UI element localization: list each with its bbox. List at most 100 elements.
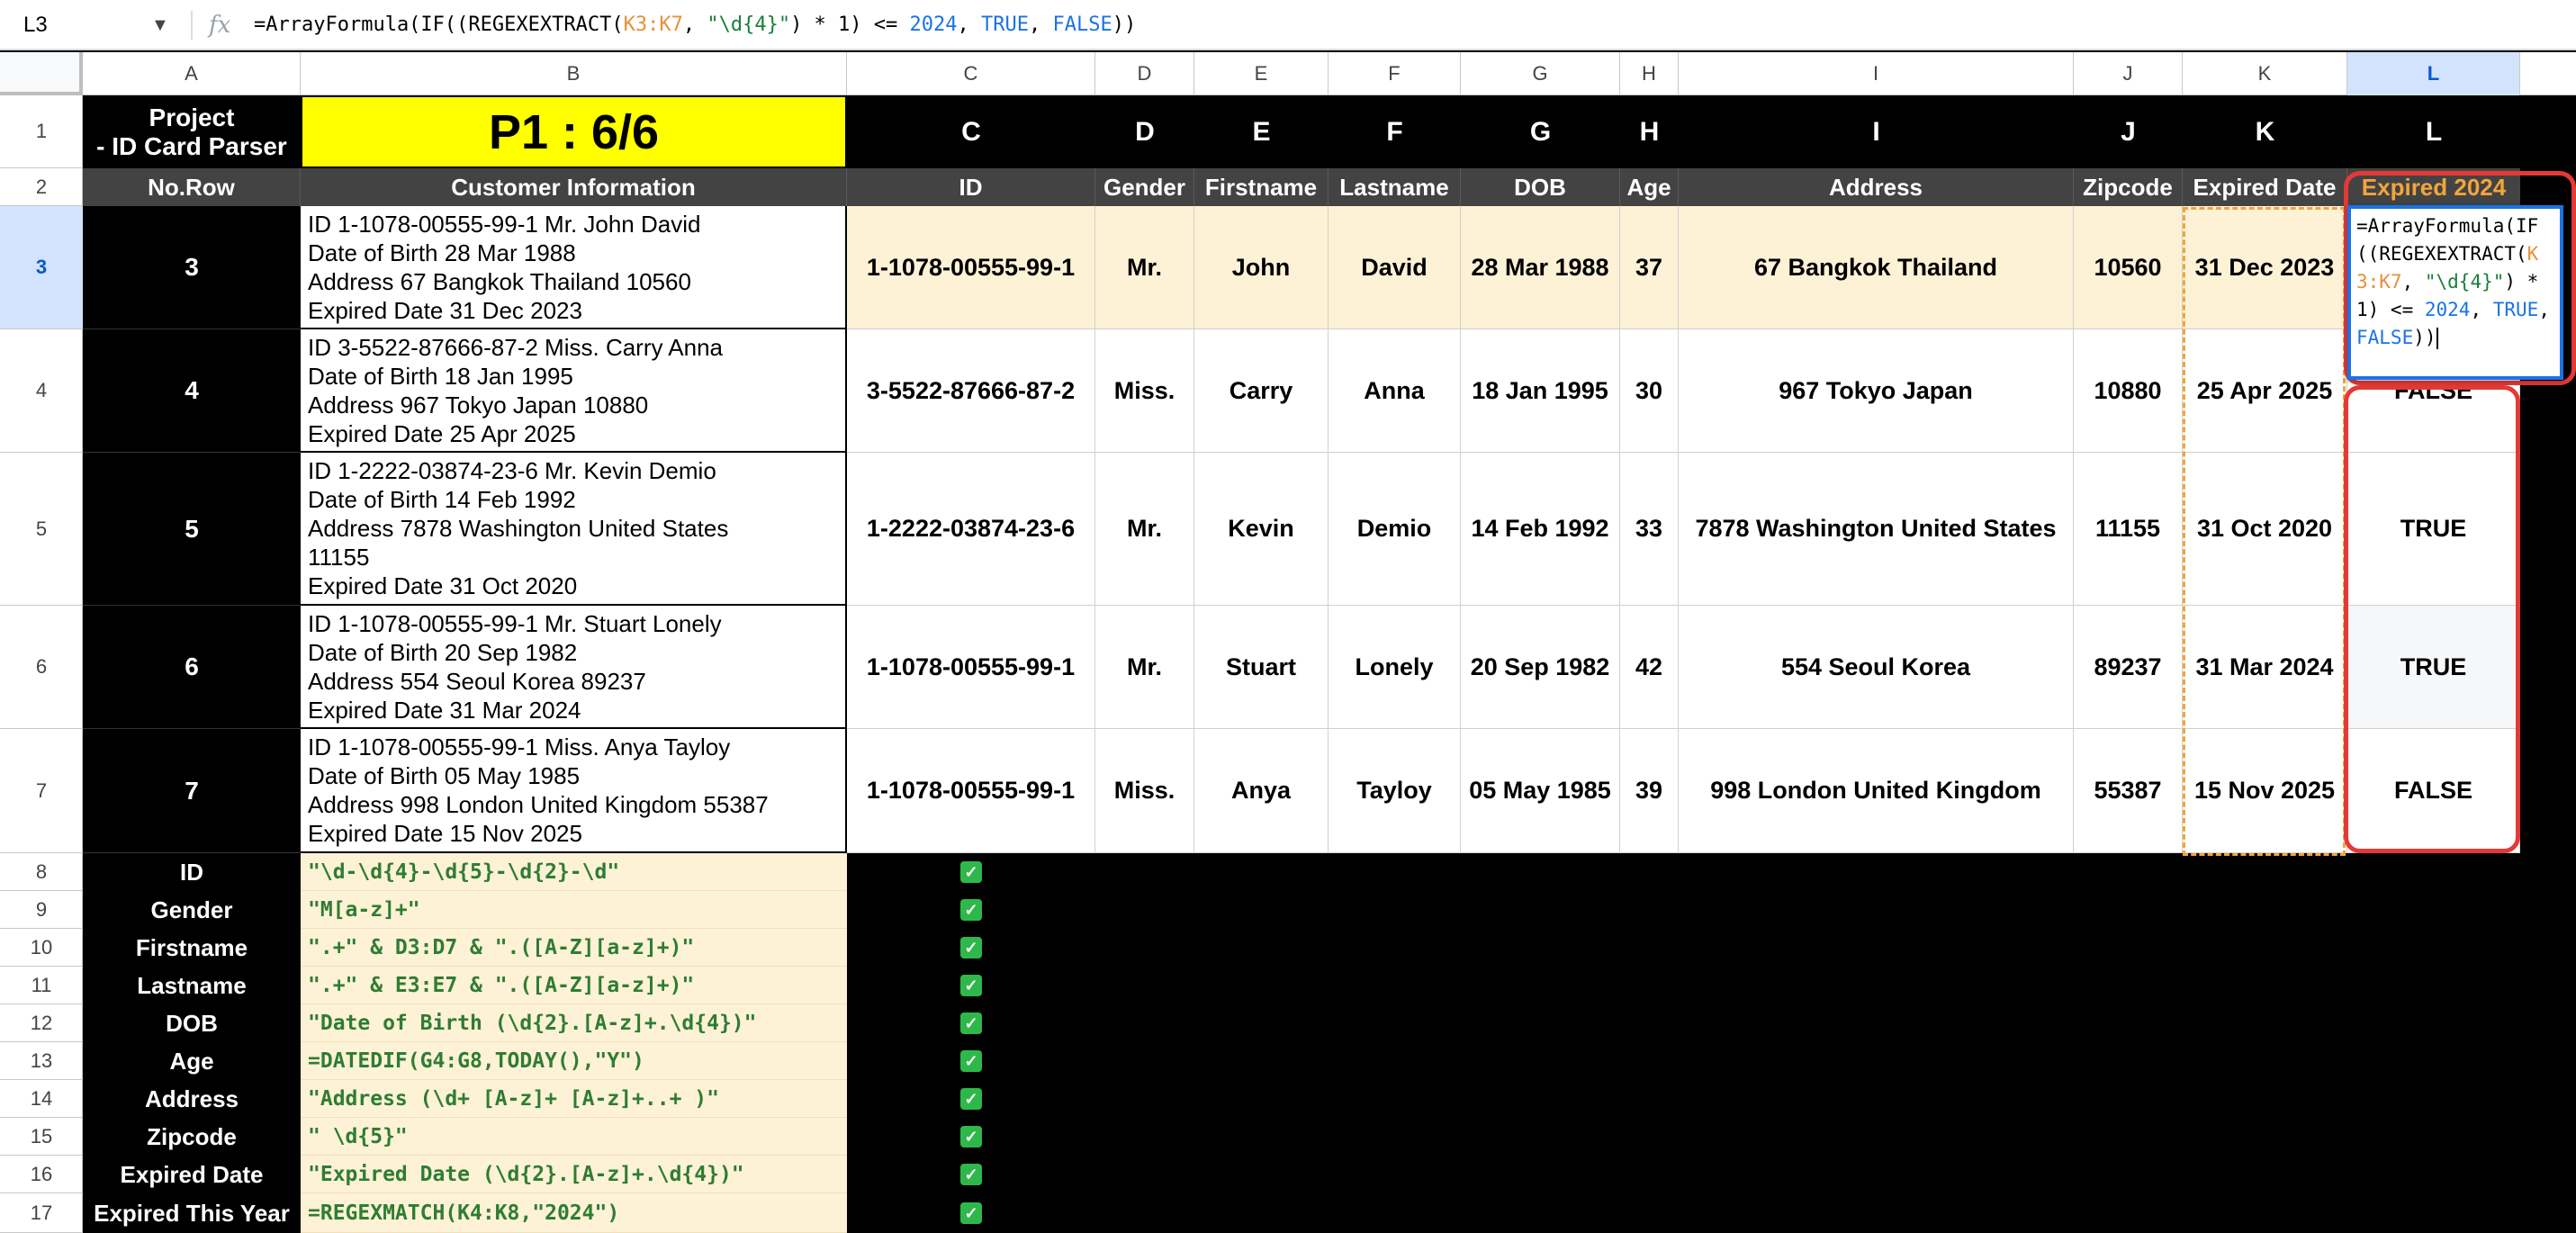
check-cell[interactable]: ✓ xyxy=(847,853,1095,891)
row1-letter-cell[interactable]: L xyxy=(2347,95,2520,168)
dob-cell[interactable]: 18 Jan 1995 xyxy=(1461,329,1620,453)
row-header[interactable]: 8 xyxy=(0,853,83,891)
row-header[interactable]: 2 xyxy=(0,168,83,206)
row1-letter-cell[interactable]: F xyxy=(1329,95,1461,168)
row-header[interactable]: 6 xyxy=(0,606,83,729)
firstname-cell[interactable]: Stuart xyxy=(1194,606,1329,729)
header-lastname[interactable]: Lastname xyxy=(1329,168,1461,206)
header-gender[interactable]: Gender xyxy=(1095,168,1194,206)
row1-letter-cell[interactable]: H xyxy=(1620,95,1679,168)
zipcode-cell[interactable]: 11155 xyxy=(2074,453,2183,606)
header-address[interactable]: Address xyxy=(1679,168,2074,206)
column-header[interactable]: H xyxy=(1620,52,1679,95)
row-header[interactable]: 11 xyxy=(0,967,83,1004)
age-cell[interactable]: 39 xyxy=(1620,729,1679,853)
row1-letter-cell[interactable]: E xyxy=(1194,95,1329,168)
header-no-row[interactable]: No.Row xyxy=(83,168,301,206)
dob-cell[interactable]: 14 Feb 1992 xyxy=(1461,453,1620,606)
pattern-label[interactable]: Zipcode xyxy=(83,1118,301,1156)
progress-label-cell[interactable]: P1 : 6/6 xyxy=(301,95,847,168)
address-cell[interactable]: 554 Seoul Korea xyxy=(1679,606,2074,729)
age-cell[interactable]: 37 xyxy=(1620,206,1679,329)
row-header[interactable]: 16 xyxy=(0,1156,83,1193)
address-cell[interactable]: 967 Tokyo Japan xyxy=(1679,329,2074,453)
row1-letter-cell[interactable]: G xyxy=(1461,95,1620,168)
row-number-cell[interactable]: 6 xyxy=(83,606,301,729)
header-expired-date[interactable]: Expired Date xyxy=(2183,168,2347,206)
column-header[interactable]: D xyxy=(1095,52,1194,95)
id-cell[interactable]: 1-1078-00555-99-1 xyxy=(847,729,1095,853)
row-header[interactable]: 14 xyxy=(0,1080,83,1118)
column-header[interactable]: B xyxy=(301,52,847,95)
row-number-cell[interactable]: 5 xyxy=(83,453,301,606)
header-firstname[interactable]: Firstname xyxy=(1194,168,1329,206)
column-header-selected[interactable]: L xyxy=(2347,52,2520,95)
expired-date-cell[interactable]: 25 Apr 2025 xyxy=(2183,329,2347,453)
age-cell[interactable]: 30 xyxy=(1620,329,1679,453)
age-cell[interactable]: 42 xyxy=(1620,606,1679,729)
id-cell[interactable]: 1-1078-00555-99-1 xyxy=(847,606,1095,729)
pattern-cell[interactable]: "M[a-z]+" xyxy=(301,891,847,929)
expired-2024-cell[interactable]: TRUE xyxy=(2347,453,2520,606)
gender-cell[interactable]: Mr. xyxy=(1095,606,1194,729)
check-cell[interactable]: ✓ xyxy=(847,1042,1095,1080)
lastname-cell[interactable]: Demio xyxy=(1329,453,1461,606)
zipcode-cell[interactable]: 55387 xyxy=(2074,729,2183,853)
customer-info-cell[interactable]: ID 1-2222-03874-23-6 Mr. Kevin Demio Dat… xyxy=(301,453,847,606)
pattern-label[interactable]: Lastname xyxy=(83,967,301,1004)
column-header[interactable]: I xyxy=(1679,52,2074,95)
check-cell[interactable]: ✓ xyxy=(847,967,1095,1004)
check-cell[interactable]: ✓ xyxy=(847,1156,1095,1193)
column-header[interactable]: A xyxy=(83,52,301,95)
dob-cell[interactable]: 28 Mar 1988 xyxy=(1461,206,1620,329)
address-cell[interactable]: 998 London United Kingdom xyxy=(1679,729,2074,853)
gender-cell[interactable]: Mr. xyxy=(1095,453,1194,606)
pattern-label[interactable]: ID xyxy=(83,853,301,891)
column-header[interactable]: F xyxy=(1329,52,1461,95)
row-header[interactable]: 7 xyxy=(0,729,83,853)
row1-letter-cell[interactable]: I xyxy=(1679,95,2074,168)
header-zipcode[interactable]: Zipcode xyxy=(2074,168,2183,206)
lastname-cell[interactable]: Tayloy xyxy=(1329,729,1461,853)
header-customer-information[interactable]: Customer Information xyxy=(301,168,847,206)
pattern-label[interactable]: Expired This Year xyxy=(83,1193,301,1233)
id-cell[interactable]: 1-1078-00555-99-1 xyxy=(847,206,1095,329)
lastname-cell[interactable]: Lonely xyxy=(1329,606,1461,729)
pattern-label[interactable]: Address xyxy=(83,1080,301,1118)
gender-cell[interactable]: Mr. xyxy=(1095,206,1194,329)
gender-cell[interactable]: Miss. xyxy=(1095,729,1194,853)
header-dob[interactable]: DOB xyxy=(1461,168,1620,206)
check-cell[interactable]: ✓ xyxy=(847,1118,1095,1156)
column-header[interactable]: G xyxy=(1461,52,1620,95)
pattern-cell[interactable]: "Address (\d+ [A-z]+ [A-z]+..+ )" xyxy=(301,1080,847,1118)
pattern-label[interactable]: Firstname xyxy=(83,929,301,967)
column-header[interactable]: J xyxy=(2074,52,2183,95)
pattern-cell[interactable]: "\d-\d{4}-\d{5}-\d{2}-\d" xyxy=(301,853,847,891)
row-header[interactable]: 15 xyxy=(0,1118,83,1156)
dob-cell[interactable]: 20 Sep 1982 xyxy=(1461,606,1620,729)
row-header[interactable]: 17 xyxy=(0,1193,83,1233)
expired-2024-cell[interactable]: TRUE xyxy=(2347,606,2520,729)
cell-editor[interactable]: =ArrayFormula(IF((REGEXEXTRACT(K3:K7, "\… xyxy=(2347,205,2563,380)
row-header[interactable]: 4 xyxy=(0,329,83,453)
row1-letter-cell[interactable]: C xyxy=(847,95,1095,168)
address-cell[interactable]: 7878 Washington United States xyxy=(1679,453,2074,606)
row-header[interactable]: 9 xyxy=(0,891,83,929)
expired-date-cell[interactable]: 15 Nov 2025 xyxy=(2183,729,2347,853)
age-cell[interactable]: 33 xyxy=(1620,453,1679,606)
row-header[interactable]: 12 xyxy=(0,1004,83,1042)
header-id[interactable]: ID xyxy=(847,168,1095,206)
header-age[interactable]: Age xyxy=(1620,168,1679,206)
lastname-cell[interactable]: David xyxy=(1329,206,1461,329)
expired-date-cell[interactable]: 31 Mar 2024 xyxy=(2183,606,2347,729)
lastname-cell[interactable]: Anna xyxy=(1329,329,1461,453)
column-header[interactable]: E xyxy=(1194,52,1329,95)
row1-letter-cell[interactable]: D xyxy=(1095,95,1194,168)
project-title-cell[interactable]: Project - ID Card Parser xyxy=(83,95,301,168)
pattern-cell[interactable]: "Expired Date (\d{2}.[A-z]+.\d{4})" xyxy=(301,1156,847,1193)
zipcode-cell[interactable]: 89237 xyxy=(2074,606,2183,729)
pattern-cell[interactable]: ".+" & D3:D7 & ".([A-Z][a-z]+)" xyxy=(301,929,847,967)
pattern-label[interactable]: Expired Date xyxy=(83,1156,301,1193)
column-header[interactable]: C xyxy=(847,52,1095,95)
zipcode-cell[interactable]: 10560 xyxy=(2074,206,2183,329)
